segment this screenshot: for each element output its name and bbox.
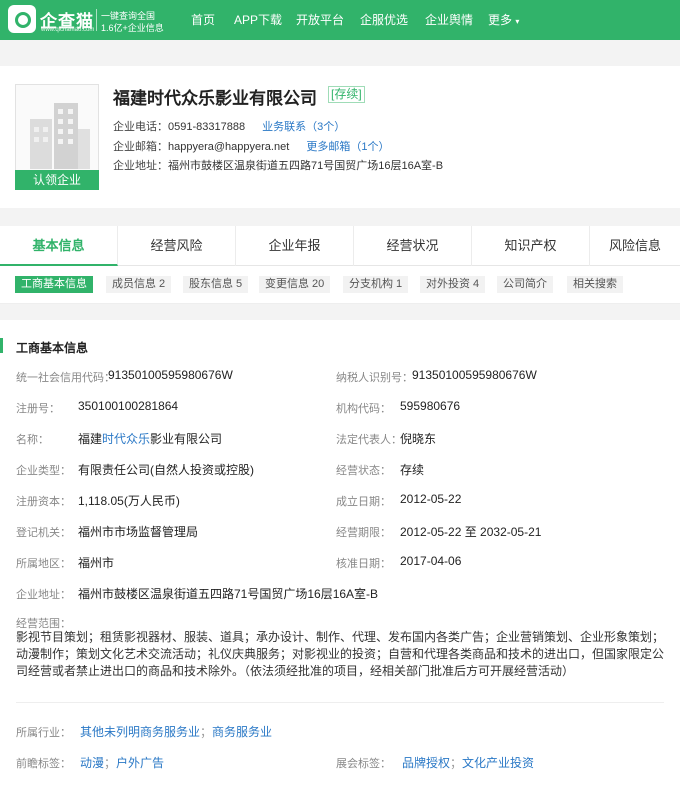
- reg-no-label: 注册号：: [16, 403, 60, 415]
- frontier-tag-link[interactable]: 户外广告: [116, 756, 164, 770]
- type-value: 有限责任公司(自然人投资或控股): [78, 463, 254, 477]
- scope-text: 影视节目策划；租赁影视器材、服装、道具；承办设计、制作、代理、发布国内各类广告；…: [16, 630, 665, 678]
- org-code-value: 595980676: [400, 399, 461, 413]
- term-label: 经营期限：: [336, 527, 391, 539]
- taxpayer-value: 91350100595980676W: [412, 368, 537, 382]
- type-label: 企业类型：: [16, 465, 71, 477]
- section-accent-bar: [0, 338, 3, 353]
- region-value: 福州市: [78, 556, 115, 570]
- subtab-shareholders[interactable]: 股东信息 5: [183, 276, 249, 293]
- email-label: 企业邮箱：: [113, 141, 168, 153]
- tab-intellectual-property[interactable]: 知识产权: [472, 226, 590, 266]
- tag-separator: ；: [450, 756, 463, 770]
- approve-date-label: 核准日期：: [336, 558, 391, 570]
- phone-label: 企业电话：: [113, 121, 168, 133]
- industry-tag-link[interactable]: 商务服务业: [212, 725, 272, 739]
- name-label: 名称：: [16, 434, 49, 446]
- authority-label: 登记机关：: [16, 527, 71, 539]
- est-date-value: 2012-05-22: [400, 492, 462, 506]
- nav-item-open-platform[interactable]: 开放平台: [296, 11, 344, 28]
- company-phone-row: 企业电话：0591-83317888 业务联系（3个）: [113, 118, 345, 134]
- logo-domain: www.qichamao.com: [41, 27, 95, 33]
- approve-date-value: 2017-04-06: [400, 554, 462, 568]
- reg-no-value: 350100100281864: [78, 399, 179, 413]
- nav-item-public-opinion[interactable]: 企业舆情: [425, 11, 473, 28]
- frontier-tag-link[interactable]: 动漫: [80, 756, 104, 770]
- slogan-line2: 1.6亿+企业信息: [101, 23, 164, 33]
- name-prefix: 福建: [78, 432, 103, 446]
- industry-tag-link[interactable]: 其他未列明商务服务业: [80, 725, 200, 739]
- section-title: 工商基本信息: [16, 341, 89, 355]
- nav-more-label: 更多: [488, 13, 513, 27]
- term-value: 2012-05-22 至 2032-05-21: [400, 525, 542, 539]
- expo-tag-link[interactable]: 品牌授权: [402, 756, 450, 770]
- chevron-down-icon: ▾: [515, 17, 520, 26]
- tab-risk-info[interactable]: 风险信息: [590, 226, 680, 266]
- subtab-branches[interactable]: 分支机构 1: [343, 276, 409, 293]
- tag-separator: ；: [200, 725, 213, 739]
- frontier-tags: 动漫；户外广告: [80, 754, 164, 771]
- logo-divider: [96, 9, 97, 31]
- subtab-investments[interactable]: 对外投资 4: [420, 276, 486, 293]
- business-info-card: 工商基本信息 统一社会信用代码： 91350100595980676W 纳税人识…: [0, 320, 680, 804]
- credit-code-label: 统一社会信用代码：: [16, 372, 115, 384]
- more-emails-link[interactable]: 更多邮箱（1个）: [306, 141, 389, 153]
- nav-item-app-download[interactable]: APP下载: [234, 11, 282, 28]
- taxpayer-label: 纳税人识别号：: [336, 372, 413, 384]
- name-highlight-link[interactable]: 时代众乐: [102, 432, 150, 446]
- subtab-members[interactable]: 成员信息 2: [106, 276, 172, 293]
- company-email-row: 企业邮箱：happyera@happyera.net 更多邮箱（1个）: [113, 138, 389, 154]
- phone-value: 0591-83317888: [168, 121, 246, 133]
- subtab-related-search[interactable]: 相关搜索: [567, 276, 623, 293]
- business-contact-link[interactable]: 业务联系（3个）: [262, 121, 345, 133]
- subtab-profile[interactable]: 公司简介: [497, 276, 553, 293]
- org-code-label: 机构代码：: [336, 403, 391, 415]
- tag-separator: ；: [104, 756, 117, 770]
- company-header-card: 认领企业 福建时代众乐影业有限公司 [存续] 企业电话：0591-8331788…: [0, 66, 680, 208]
- frontier-label: 前瞻标签：: [16, 758, 71, 770]
- tab-annual-report[interactable]: 企业年报: [236, 226, 354, 266]
- address-label: 企业地址：: [16, 589, 71, 601]
- claim-company-button[interactable]: 认领企业: [15, 170, 99, 190]
- region-label: 所属地区：: [16, 558, 71, 570]
- expo-tags: 品牌授权；文化产业投资: [402, 754, 534, 771]
- tab-operating-status[interactable]: 经营状况: [354, 226, 472, 266]
- address-value: 福州市鼓楼区温泉街道五四路71号国贸广场16层16A室-B: [78, 587, 379, 601]
- credit-code-value: 91350100595980676W: [108, 368, 233, 382]
- expo-label: 展会标签：: [336, 758, 391, 770]
- legal-rep-link[interactable]: 倪晓东: [400, 430, 436, 447]
- top-nav-bar: 企查猫 www.qichamao.com 一键查询全国 1.6亿+企业信息 首页…: [0, 0, 680, 40]
- subtab-changes[interactable]: 变更信息 20: [259, 276, 331, 293]
- section-divider: [16, 702, 664, 703]
- nav-item-enterprise-services[interactable]: 企服优选: [360, 11, 408, 28]
- address-label: 企业地址：: [113, 160, 168, 172]
- main-tabs: 基本信息 经营风险 企业年报 经营状况 知识产权 风险信息: [0, 226, 680, 266]
- op-status-label: 经营状态：: [336, 465, 391, 477]
- name-value: 福建时代众乐影业有限公司: [78, 430, 222, 447]
- industry-tags: 其他未列明商务服务业；商务服务业: [80, 723, 272, 740]
- nav-item-home[interactable]: 首页: [191, 11, 215, 28]
- nav-item-more[interactable]: 更多 ▾: [488, 11, 519, 28]
- industry-label: 所属行业：: [16, 727, 71, 739]
- sub-tabs: 工商基本信息 成员信息 2 股东信息 5 变更信息 20 分支机构 1 对外投资…: [0, 266, 680, 304]
- capital-value: 1,118.05(万人民币): [78, 494, 180, 508]
- name-suffix: 影业有限公司: [150, 432, 223, 446]
- op-status-value: 存续: [400, 463, 425, 477]
- status-badge: [存续]: [328, 86, 365, 103]
- cat-logo-icon[interactable]: [8, 5, 36, 33]
- est-date-label: 成立日期：: [336, 496, 391, 508]
- company-name: 福建时代众乐影业有限公司: [113, 89, 317, 108]
- capital-label: 注册资本：: [16, 496, 71, 508]
- subtab-business-info[interactable]: 工商基本信息: [15, 276, 93, 293]
- legal-rep-label: 法定代表人：: [336, 434, 402, 446]
- address-value: 福州市鼓楼区温泉街道五四路71号国贸广场16层16A室-B: [168, 160, 444, 172]
- tab-operating-risk[interactable]: 经营风险: [118, 226, 236, 266]
- expo-tag-link[interactable]: 文化产业投资: [462, 756, 534, 770]
- authority-value: 福州市市场监督管理局: [78, 525, 199, 539]
- company-address-row: 企业地址：福州市鼓楼区温泉街道五四路71号国贸广场16层16A室-B: [113, 157, 443, 173]
- tab-basic-info[interactable]: 基本信息: [0, 226, 118, 266]
- email-value: happyera@happyera.net: [168, 141, 290, 153]
